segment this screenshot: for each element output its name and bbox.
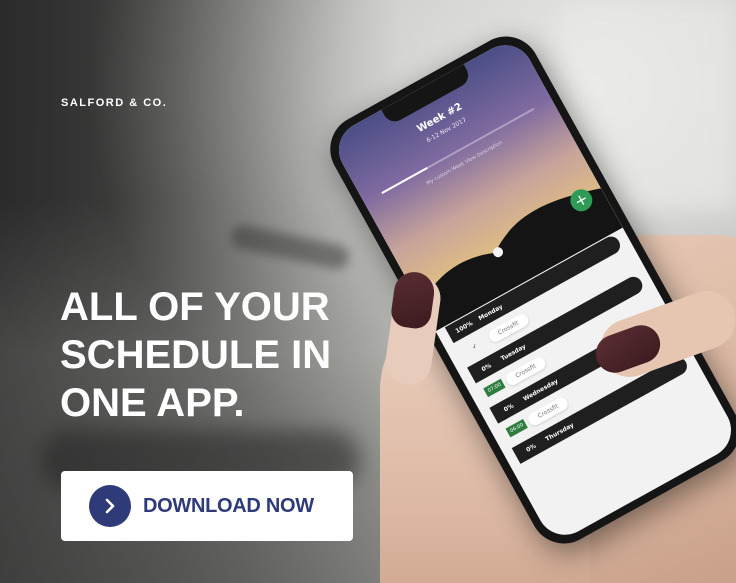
day-percent: 0% xyxy=(524,442,538,454)
activity-time: 07:00 xyxy=(483,378,506,398)
check-icon: ✓ xyxy=(470,341,479,351)
phone: Week #2 6-12 Nov 2017 My custom Week Vie… xyxy=(318,24,736,556)
download-now-button[interactable]: DOWNLOAD NOW xyxy=(61,471,353,541)
day-label: Thursday xyxy=(544,421,575,443)
day-label: Tuesday xyxy=(499,342,527,363)
download-now-label: DOWNLOAD NOW xyxy=(143,494,314,517)
day-label: Monday xyxy=(477,302,504,322)
activity-time: 06:00 xyxy=(505,418,529,438)
chevron-right-icon xyxy=(89,485,131,527)
ad-banner: SALFORD & CO. ALL OF YOUR SCHEDULE IN ON… xyxy=(0,0,736,583)
phone-screen: Week #2 6-12 Nov 2017 My custom Week Vie… xyxy=(328,35,736,545)
brand-name: SALFORD & CO. xyxy=(61,97,168,109)
